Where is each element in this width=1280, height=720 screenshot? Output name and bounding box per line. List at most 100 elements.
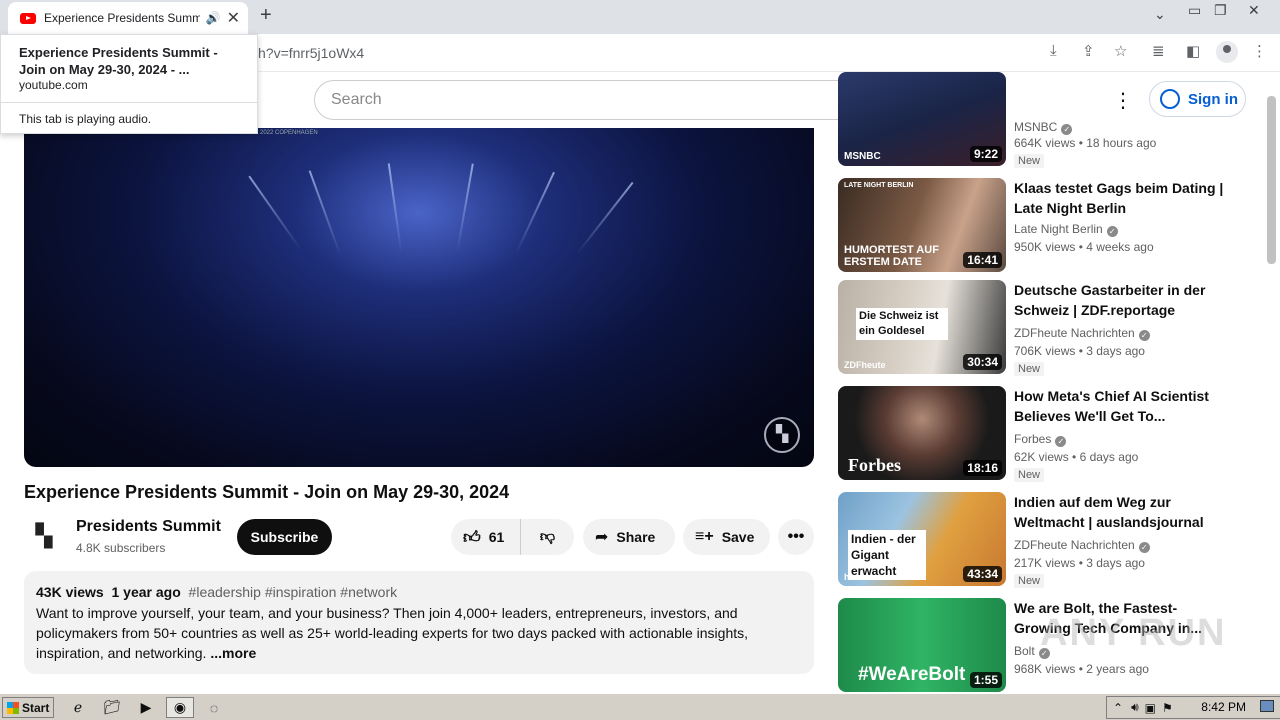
flag-icon[interactable]: ⚑ xyxy=(1162,701,1173,715)
thumbnail-text: MSNBC xyxy=(844,151,881,162)
clock[interactable]: 8:42 PM xyxy=(1201,700,1246,714)
video-title[interactable]: How Meta's Chief AI Scientist Believes W… xyxy=(1014,386,1224,426)
dislike-button[interactable]: 👎︎ xyxy=(521,528,574,546)
chevron-up-icon[interactable]: ⌃ xyxy=(1113,701,1123,715)
more-actions-button[interactable]: ••• xyxy=(778,519,814,555)
stage-light xyxy=(308,170,342,256)
thumbnail-label: heute xyxy=(844,572,869,582)
like-dislike-group: 👍︎ 61 👎︎ xyxy=(451,519,574,555)
thumbnail-label: LATE NIGHT BERLIN xyxy=(844,182,914,189)
speaker-icon[interactable]: 🔊 xyxy=(206,11,221,25)
duration-badge: 18:16 xyxy=(963,460,1002,476)
like-count: 61 xyxy=(488,529,505,545)
new-badge: New xyxy=(1014,362,1045,376)
hashtags[interactable]: #leadership #inspiration #network xyxy=(189,584,398,600)
minimize-icon[interactable]: ▭ xyxy=(1188,2,1201,19)
video-thumbnail[interactable]: #WeAreBolt 1:55 xyxy=(838,598,1006,692)
stage-light xyxy=(456,163,474,253)
new-badge: New xyxy=(1014,154,1045,168)
os-taskbar: Start ℯ 📁︎ ▶ ◉ ◌ ⌃ 🔊︎ ▣ ⚑ 8:42 PM xyxy=(0,693,1280,720)
start-label: Start xyxy=(22,700,50,715)
channel-name[interactable]: Presidents Summit xyxy=(76,518,221,536)
show-more-link[interactable]: ...more xyxy=(210,645,256,661)
subscriber-count: 4.8K subscribers xyxy=(76,541,166,555)
video-title[interactable]: Indien auf dem Weg zur Weltmacht | ausla… xyxy=(1014,492,1224,532)
upload-age: 18 hours ago xyxy=(1086,136,1157,150)
list-item[interactable]: LATE NIGHT BERLIN HUMORTEST AUF ERSTEM D… xyxy=(838,178,1258,274)
stage-light xyxy=(387,163,403,253)
channel-label: ZDFheute Nachrichten xyxy=(1014,326,1135,340)
list-item[interactable]: Indien - der Gigant erwacht heute 43:34 … xyxy=(838,492,1258,588)
upload-age: 2 years ago xyxy=(1086,662,1149,676)
media-control-icon[interactable]: ≣ xyxy=(1152,42,1165,60)
channel-name[interactable]: Late Night Berlin ✓ xyxy=(1014,222,1118,237)
address-bar[interactable]: h?v=fnrr5j1oWx4 xyxy=(258,45,364,61)
menu-icon[interactable]: ⋮ xyxy=(1252,42,1267,60)
video-title[interactable]: Klaas testet Gags beim Dating | Late Nig… xyxy=(1014,178,1224,218)
upload-age: 3 days ago xyxy=(1086,344,1145,358)
video-thumbnail[interactable]: LATE NIGHT BERLIN HUMORTEST AUF ERSTEM D… xyxy=(838,178,1006,272)
channel-name[interactable]: MSNBC ✓ xyxy=(1014,120,1073,135)
profile-icon[interactable] xyxy=(1216,41,1238,63)
hover-card-title: Experience Presidents Summit - Join on M… xyxy=(19,45,218,77)
save-button[interactable]: ≡+ Save xyxy=(683,519,770,555)
channel-name[interactable]: ZDFheute Nachrichten ✓ xyxy=(1014,538,1150,553)
video-thumbnail[interactable]: Forbes 18:16 xyxy=(838,386,1006,480)
video-thumbnail[interactable]: Die Schweiz ist ein Goldesel ZDFheute 30… xyxy=(838,280,1006,374)
media-player-icon[interactable]: ▶ xyxy=(132,697,160,718)
view-count: 43K views xyxy=(36,584,104,600)
chrome-icon[interactable]: ◉ xyxy=(166,697,194,718)
chevron-down-icon[interactable]: ⌄ xyxy=(1154,6,1166,23)
youtube-favicon-icon xyxy=(20,12,36,24)
bookmark-star-icon[interactable]: ☆ xyxy=(1114,42,1127,60)
channel-watermark-icon[interactable]: ▚ xyxy=(764,417,800,453)
search-input[interactable]: Search xyxy=(314,80,851,120)
channel-name[interactable]: ZDFheute Nachrichten ✓ xyxy=(1014,326,1150,341)
video-thumbnail[interactable]: Indien - der Gigant erwacht heute 43:34 xyxy=(838,492,1006,586)
speaker-icon[interactable]: 🔊︎ xyxy=(1131,700,1139,715)
channel-label: Forbes xyxy=(1014,432,1052,446)
edge-icon[interactable]: ◌ xyxy=(200,697,228,718)
side-panel-icon[interactable]: ◧ xyxy=(1186,42,1200,60)
description-body: Want to improve yourself, your team, and… xyxy=(36,605,749,661)
network-icon[interactable]: ▣ xyxy=(1145,701,1156,715)
video-title[interactable]: Deutsche Gastarbeiter in der Schweiz | Z… xyxy=(1014,280,1224,320)
close-icon[interactable]: ✕ xyxy=(227,8,240,28)
duration-badge: 30:34 xyxy=(963,354,1002,370)
upload-age: 6 days ago xyxy=(1079,450,1139,464)
channel-name[interactable]: Forbes ✓ xyxy=(1014,432,1067,447)
subscribe-button[interactable]: Subscribe xyxy=(237,519,332,555)
description-box[interactable]: 43K views 1 year ago #leadership #inspir… xyxy=(24,571,814,674)
start-button[interactable]: Start xyxy=(2,697,54,718)
share-button[interactable]: ➦ Share xyxy=(583,519,675,555)
view-count: 62K views xyxy=(1014,450,1069,464)
show-desktop-icon[interactable] xyxy=(1260,700,1274,712)
video-stats: 706K views • 3 days ago xyxy=(1014,344,1145,358)
browser-tab[interactable]: Experience Presidents Summit - 🔊 ✕ xyxy=(8,2,248,34)
list-item[interactable]: Forbes 18:16 How Meta's Chief AI Scienti… xyxy=(838,386,1258,482)
thumbnail-text: #WeAreBolt xyxy=(858,664,966,685)
share-icon[interactable]: ⇪ xyxy=(1082,42,1095,60)
system-tray: ⌃ 🔊︎ ▣ ⚑ xyxy=(1106,696,1280,719)
download-icon[interactable]: ⤓ xyxy=(1050,42,1057,59)
verified-icon: ✓ xyxy=(1138,542,1150,553)
screen: Experience Presidents Summit - 🔊 ✕ + ⌄ ▭… xyxy=(0,0,1280,720)
channel-label: Late Night Berlin xyxy=(1014,222,1103,236)
ie-icon[interactable]: ℯ xyxy=(64,697,92,718)
avatar[interactable]: ▚ xyxy=(28,520,60,552)
plus-icon[interactable]: + xyxy=(260,4,272,27)
thumbs-up-icon: 👍︎ xyxy=(463,527,481,547)
restore-icon[interactable]: ❐ xyxy=(1214,2,1227,19)
new-badge: New xyxy=(1014,468,1045,482)
video-player[interactable]: 2022 COPENHAGEN ▚ xyxy=(24,128,814,467)
folder-icon[interactable]: 📁︎ xyxy=(98,697,126,718)
page-scrollbar[interactable] xyxy=(1267,96,1276,264)
verified-icon: ✓ xyxy=(1138,330,1150,341)
video-thumbnail[interactable]: MSNBC 9:22 xyxy=(838,72,1006,166)
video-stats: 968K views • 2 years ago xyxy=(1014,662,1149,676)
close-icon[interactable]: ✕ xyxy=(1248,2,1260,19)
list-item[interactable]: Die Schweiz ist ein Goldesel ZDFheute 30… xyxy=(838,280,1258,376)
list-item[interactable]: MSNBC 9:22 664K views • 18 hours ago New xyxy=(838,72,1258,168)
view-count: 950K views xyxy=(1014,240,1076,254)
like-button[interactable]: 👍︎ 61 xyxy=(451,519,521,555)
